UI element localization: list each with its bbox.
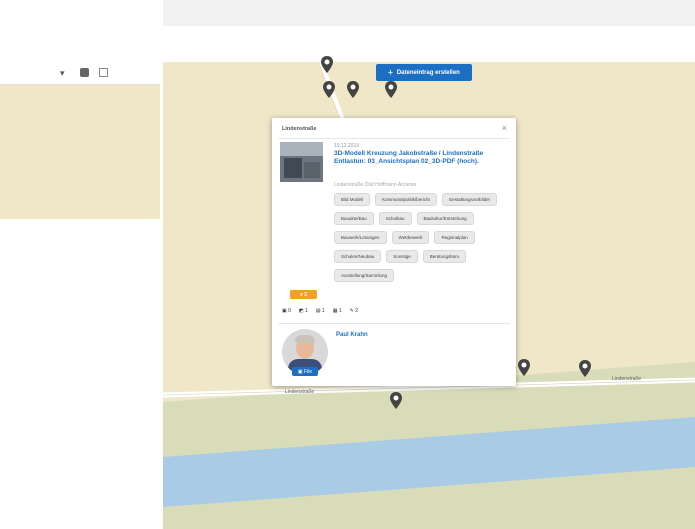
- map-pin-icon[interactable]: [320, 56, 334, 74]
- map-pin-icon[interactable]: [578, 360, 592, 378]
- top-toolbar: [163, 0, 695, 27]
- location-popup: Lindenstraße × 19.12.2019 3D-Modell Kreu…: [272, 118, 516, 386]
- divider: [278, 138, 510, 139]
- popup-title: Lindenstraße: [282, 126, 317, 132]
- stat-item: ◩ 1: [298, 308, 308, 314]
- author-link[interactable]: Paul Krahn: [336, 332, 368, 338]
- chevron-down-icon[interactable]: ▾: [60, 68, 65, 79]
- tag[interactable]: Kommunalpolitik/bericht: [375, 193, 437, 206]
- tag[interactable]: Regionalplan: [434, 231, 475, 244]
- street-label: Lindenstraße: [285, 389, 315, 395]
- tag[interactable]: Bauakte/Bau: [334, 212, 374, 225]
- plus-icon: +: [388, 68, 393, 77]
- tag[interactable]: Ausstellung/Sammlung: [334, 269, 395, 282]
- create-entry-button[interactable]: + Dateneintrag erstellen: [376, 64, 472, 81]
- map-pin-icon[interactable]: [322, 81, 336, 99]
- tag[interactable]: Beratungsbüro: [422, 250, 467, 263]
- divider: [278, 323, 510, 324]
- tag[interactable]: Sonstige: [386, 250, 418, 263]
- tag[interactable]: Wettbewerb: [391, 231, 430, 244]
- tag[interactable]: Bauwerk/Lösungen: [334, 231, 387, 244]
- item-date: 19.12.2019: [334, 143, 360, 149]
- map-pin-icon[interactable]: [517, 359, 531, 377]
- item-subtitle: Lindenstraße Olaf Hoffmann Arcamer: [334, 182, 417, 188]
- stat-item: ✎ 2: [349, 308, 358, 314]
- item-stats: ▣ 0 ◩ 1 ▤ 1 ▦ 1 ✎ 2: [282, 308, 366, 314]
- left-panel-header: ▾: [0, 64, 160, 85]
- tag[interactable]: Baukultur/Entstehung: [416, 212, 474, 225]
- tag-icon[interactable]: [80, 68, 89, 77]
- item-thumbnail[interactable]: [280, 142, 323, 182]
- left-panel: [0, 85, 160, 219]
- stat-item: ▤ 1: [315, 308, 325, 314]
- tag[interactable]: Schulen/Neubau: [334, 250, 382, 263]
- close-icon[interactable]: ×: [502, 123, 507, 133]
- tag[interactable]: Schulbau: [378, 212, 412, 225]
- version-badge: v 3: [290, 290, 317, 299]
- list-icon[interactable]: [99, 68, 108, 77]
- author-file-badge[interactable]: ▣ File: [292, 367, 318, 376]
- map-pin-icon[interactable]: [346, 81, 360, 99]
- stat-item: ▦ 1: [332, 308, 342, 314]
- item-title-link[interactable]: 3D-Modell Kreuzung Jakobstraße / Lindens…: [334, 150, 504, 166]
- map-pin-icon[interactable]: [384, 81, 398, 99]
- tag-list: Bild Modell Kommunalpolitik/bericht Gest…: [334, 193, 510, 288]
- sub-toolbar: [163, 26, 695, 62]
- map-pin-icon[interactable]: [389, 392, 403, 410]
- street-label: Lindenstraße: [612, 376, 642, 382]
- stat-item: ▣ 0: [282, 308, 291, 314]
- tag[interactable]: Gestaltungsvorbilder: [441, 193, 498, 206]
- tag[interactable]: Bild Modell: [334, 193, 371, 206]
